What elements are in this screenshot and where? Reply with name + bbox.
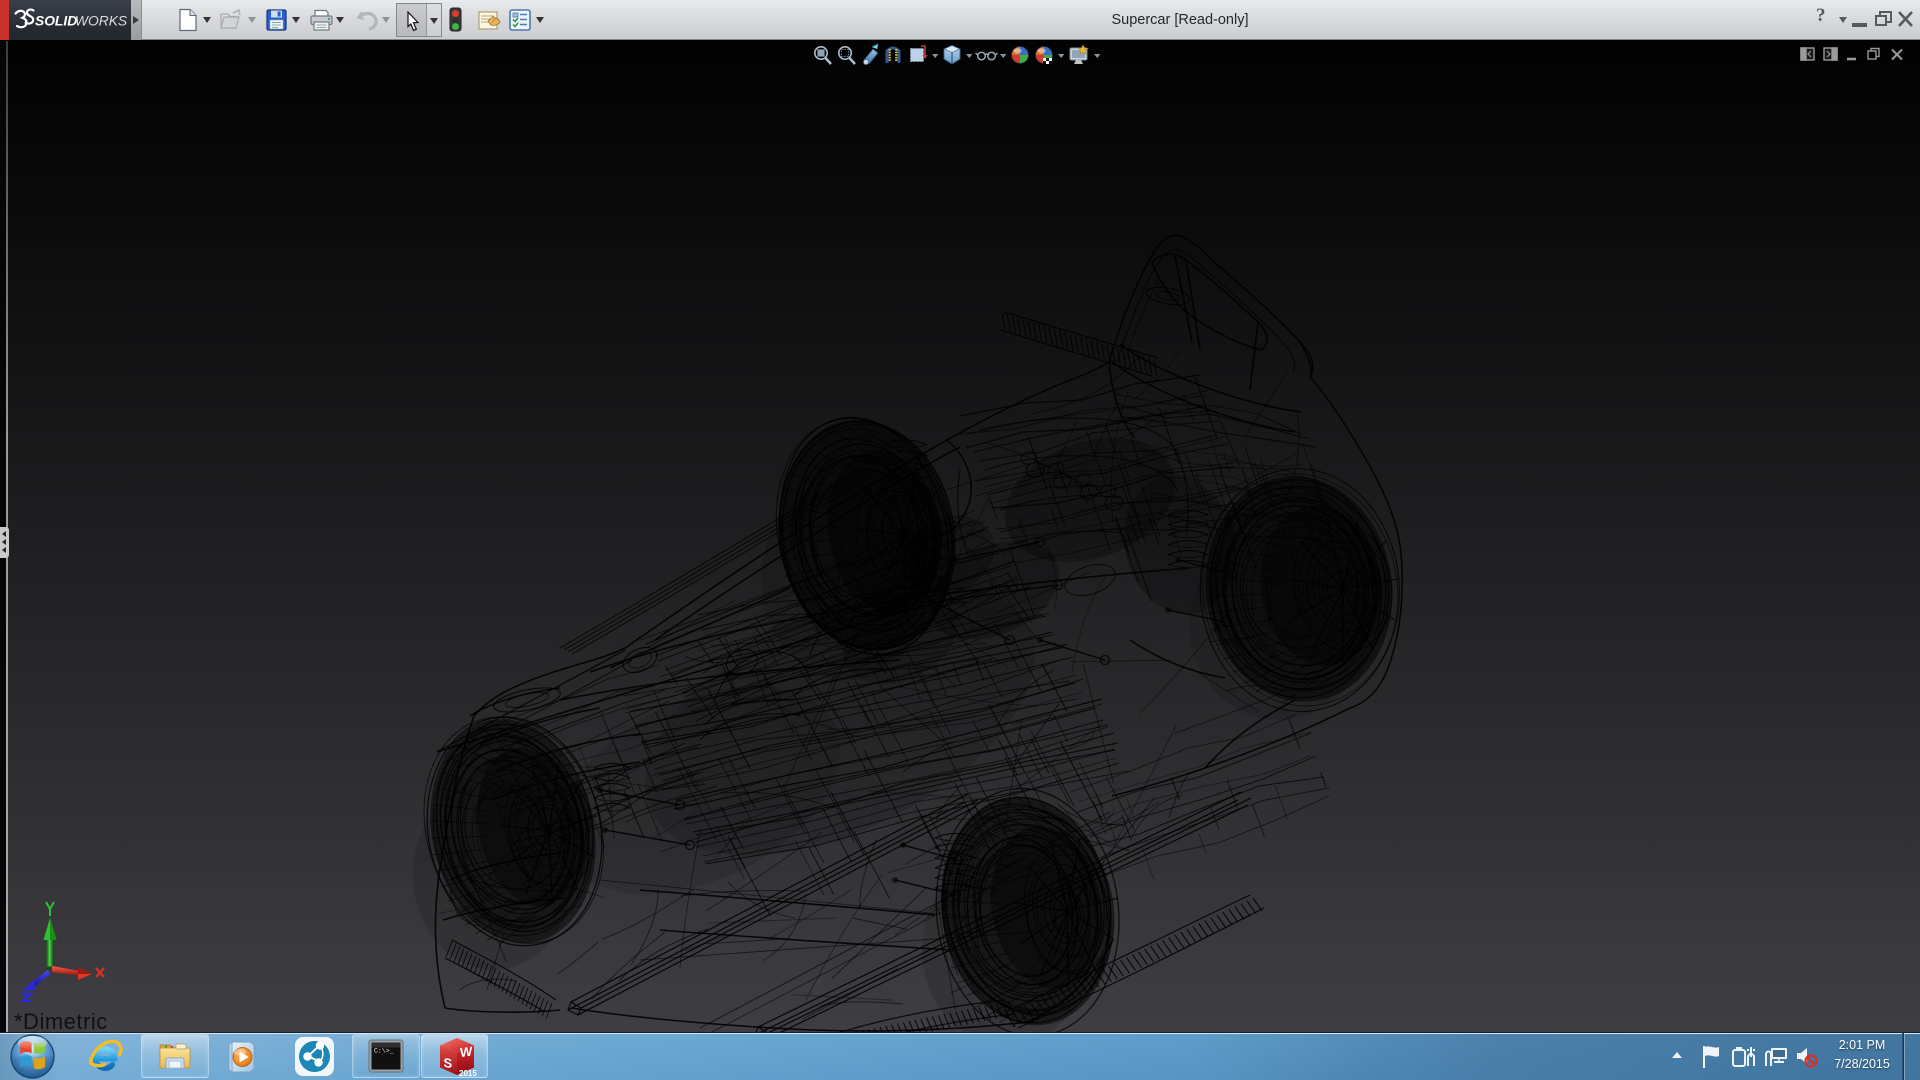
svg-text:2015: 2015 bbox=[459, 1069, 477, 1077]
svg-text:S: S bbox=[444, 1055, 453, 1071]
svg-text:W: W bbox=[460, 1044, 473, 1061]
svg-text:C:\>_: C:\>_ bbox=[374, 1048, 394, 1055]
svg-text:WORKS: WORKS bbox=[75, 14, 128, 29]
svg-text:SOLID: SOLID bbox=[35, 14, 77, 29]
